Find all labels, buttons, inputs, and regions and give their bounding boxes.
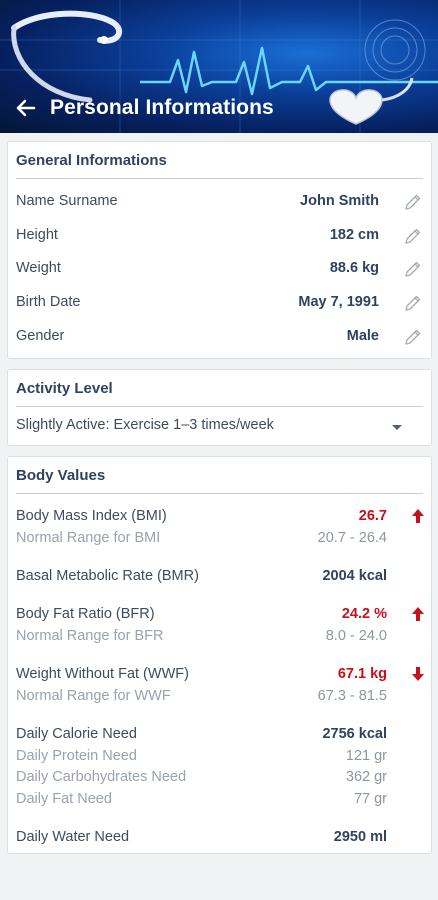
general-informations-card: General Informations Name Surname John S… xyxy=(7,141,432,359)
wwf-value: 67.1 kg xyxy=(337,666,387,682)
header-banner: Personal Informations xyxy=(0,0,438,133)
pencil-icon xyxy=(405,261,421,277)
pencil-icon xyxy=(405,295,421,311)
daily-protein-value: 121 gr xyxy=(345,748,387,764)
wwf-range-value: 67.3 - 81.5 xyxy=(317,688,387,704)
body-values-card: Body Values Body Mass Index (BMI) 26.7 N… xyxy=(7,456,432,854)
name-surname-value: John Smith xyxy=(300,193,379,209)
daily-fat-value: 77 gr xyxy=(353,791,387,807)
activity-level-selected: Slightly Active: Exercise 1–3 times/week xyxy=(16,417,274,433)
card-title: Body Values xyxy=(16,467,106,484)
gender-value: Male xyxy=(346,328,379,344)
height-label: Height xyxy=(16,227,58,243)
page-title: Personal Informations xyxy=(50,96,274,119)
card-title: General Informations xyxy=(16,152,167,169)
bmi-range-label: Normal Range for BMI xyxy=(16,530,161,546)
edit-weight-button[interactable] xyxy=(403,259,423,279)
birth-date-label: Birth Date xyxy=(16,294,81,310)
bmr-value: 2004 kcal xyxy=(322,568,387,584)
daily-water-value: 2950 ml xyxy=(333,829,387,845)
daily-carbs-value: 362 gr xyxy=(345,769,387,785)
wwf-range-label: Normal Range for WWF xyxy=(16,688,171,704)
weight-label: Weight xyxy=(16,260,61,276)
daily-carbs-label: Daily Carbohydrates Need xyxy=(16,769,187,785)
edit-birth-date-button[interactable] xyxy=(403,293,423,313)
divider xyxy=(16,178,423,179)
activity-level-card: Activity Level Slightly Active: Exercise… xyxy=(7,369,432,446)
card-title: Activity Level xyxy=(16,380,113,397)
name-surname-label: Name Surname xyxy=(16,193,118,209)
height-value: 182 cm xyxy=(329,227,379,243)
pencil-icon xyxy=(405,228,421,244)
bmi-value: 26.7 xyxy=(358,508,387,524)
arrow-up-icon xyxy=(412,607,424,621)
edit-height-button[interactable] xyxy=(403,226,423,246)
edit-name-button[interactable] xyxy=(403,192,423,212)
arrow-up-icon xyxy=(412,509,424,523)
bmr-label: Basal Metabolic Rate (BMR) xyxy=(16,568,199,584)
bfr-range-label: Normal Range for BFR xyxy=(16,628,164,644)
daily-calorie-value: 2756 kcal xyxy=(322,726,387,742)
birth-date-value: May 7, 1991 xyxy=(298,294,379,310)
bfr-value: 24.2 % xyxy=(341,606,387,622)
pencil-icon xyxy=(405,194,421,210)
bfr-label: Body Fat Ratio (BFR) xyxy=(16,606,155,622)
activity-level-dropdown[interactable]: Slightly Active: Exercise 1–3 times/week xyxy=(8,410,431,444)
arrow-down-icon xyxy=(412,667,424,681)
weight-value: 88.6 kg xyxy=(329,260,379,276)
gender-label: Gender xyxy=(16,328,65,344)
edit-gender-button[interactable] xyxy=(403,327,423,347)
daily-protein-label: Daily Protein Need xyxy=(16,748,137,764)
bmi-range-value: 20.7 - 26.4 xyxy=(317,530,387,546)
wwf-label: Weight Without Fat (WWF) xyxy=(16,666,189,682)
daily-water-label: Daily Water Need xyxy=(16,829,130,845)
caret-down-icon xyxy=(392,425,402,430)
back-button[interactable] xyxy=(12,94,40,122)
daily-calorie-label: Daily Calorie Need xyxy=(16,726,137,742)
bmi-label: Body Mass Index (BMI) xyxy=(16,508,167,524)
divider xyxy=(16,406,423,407)
bfr-range-value: 8.0 - 24.0 xyxy=(325,628,387,644)
daily-fat-label: Daily Fat Need xyxy=(16,791,112,807)
divider xyxy=(16,493,423,494)
pencil-icon xyxy=(405,329,421,345)
arrow-left-icon xyxy=(16,99,36,117)
